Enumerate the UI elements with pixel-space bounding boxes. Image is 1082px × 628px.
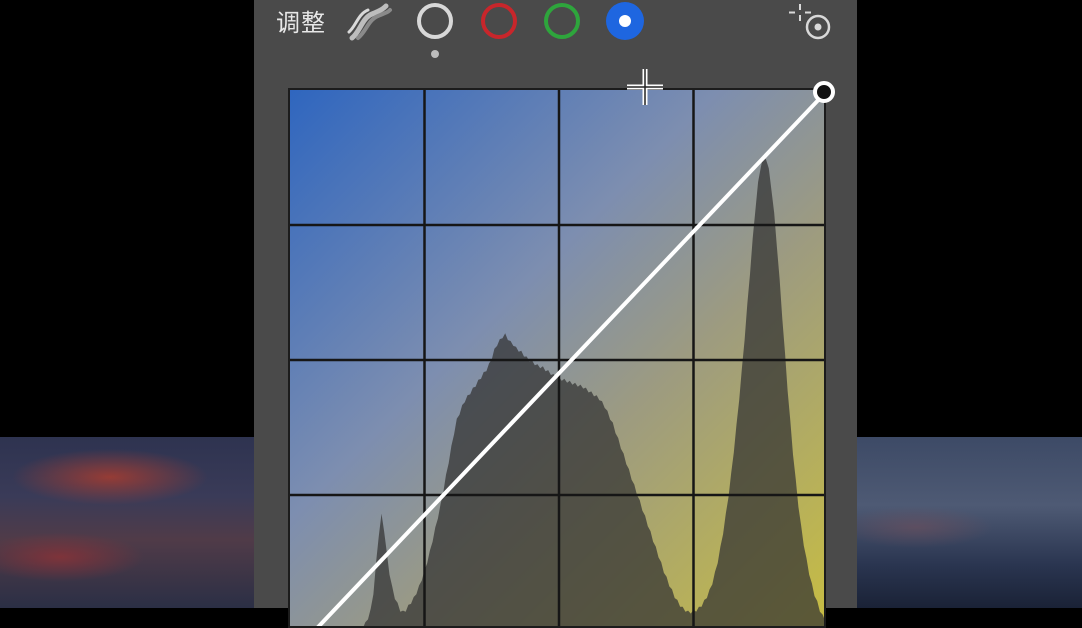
target-adjust-icon[interactable]	[784, 0, 838, 46]
curve-style-icon[interactable]	[346, 2, 394, 42]
crosshair-cursor	[627, 69, 663, 105]
active-channel-dot	[431, 50, 439, 58]
green-channel-icon[interactable]	[542, 2, 582, 42]
background-photo-left	[0, 437, 254, 608]
curve-editor[interactable]	[288, 88, 826, 628]
background-photo-right	[856, 437, 1082, 608]
curve-control-point[interactable]	[812, 80, 836, 104]
adjust-panel: 调整	[254, 0, 857, 628]
panel-title: 调整	[276, 9, 326, 37]
red-channel-icon[interactable]	[479, 2, 519, 42]
blue-channel-icon[interactable]	[605, 2, 645, 42]
rgb-channel-icon[interactable]	[415, 2, 455, 60]
